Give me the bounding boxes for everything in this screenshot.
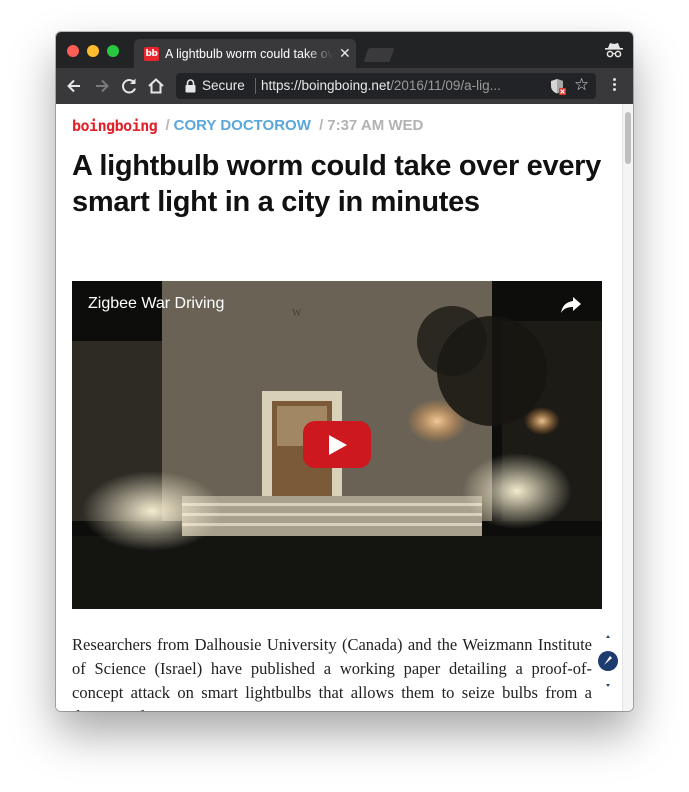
forward-icon[interactable]	[92, 76, 112, 96]
bookmark-star-icon[interactable]: ☆	[574, 75, 589, 95]
minimize-window-button[interactable]	[87, 45, 99, 57]
reading-widget-icon[interactable]	[596, 632, 620, 688]
address-bar[interactable]: Secure https://boingboing.net/2016/11/09…	[176, 73, 596, 99]
tab-strip: bb A lightbulb worm could take over ever…	[56, 32, 633, 68]
zoom-window-button[interactable]	[107, 45, 119, 57]
byline-separator: /	[165, 117, 170, 134]
tab-title: A lightbulb worm could take over every s…	[165, 47, 333, 61]
url-path: /2016/11/09/a-lig...	[390, 79, 501, 93]
reload-icon[interactable]	[119, 76, 139, 96]
browser-window: bb A lightbulb worm could take over ever…	[56, 32, 633, 711]
shield-icon[interactable]	[550, 78, 566, 95]
omnibox-divider	[255, 78, 256, 94]
article-body: Researchers from Dalhousie University (C…	[72, 635, 592, 711]
back-icon[interactable]	[64, 76, 84, 96]
lock-icon	[185, 79, 196, 93]
byline: boingboing / CORY DOCTOROW /7:37 AM WED	[72, 117, 424, 135]
home-icon[interactable]	[146, 76, 166, 96]
browser-toolbar: Secure https://boingboing.net/2016/11/09…	[56, 68, 633, 104]
url-host: https://boingboing.net	[261, 79, 391, 93]
url-text[interactable]: https://boingboing.net/2016/11/09/a-lig.…	[261, 79, 539, 93]
site-logo[interactable]: boingboing	[72, 117, 158, 135]
video-player[interactable]: W Zigbee War Driving	[72, 281, 602, 609]
author-link[interactable]: CORY DOCTOROW	[174, 117, 311, 134]
new-tab-button[interactable]	[363, 48, 395, 62]
boingboing-favicon-icon: bb	[144, 47, 159, 61]
article-headline: A lightbulb worm could take over every s…	[72, 150, 601, 218]
scrollbar[interactable]	[622, 104, 633, 711]
svg-text:W: W	[292, 308, 302, 319]
post-time: 7:37 AM WED	[327, 117, 424, 134]
tab-close-icon[interactable]: ✕	[339, 45, 351, 61]
menu-icon[interactable]	[611, 76, 617, 96]
byline-separator: /	[319, 117, 324, 134]
close-window-button[interactable]	[67, 45, 79, 57]
video-title[interactable]: Zigbee War Driving	[88, 295, 224, 313]
share-icon[interactable]	[560, 295, 582, 315]
incognito-icon	[605, 43, 623, 58]
page-content: boingboing / CORY DOCTOROW /7:37 AM WED A…	[56, 104, 622, 711]
scrollbar-thumb[interactable]	[625, 112, 631, 164]
play-icon[interactable]	[303, 421, 371, 468]
secure-label: Secure	[202, 78, 245, 93]
browser-tab[interactable]: bb A lightbulb worm could take over ever…	[134, 39, 356, 68]
